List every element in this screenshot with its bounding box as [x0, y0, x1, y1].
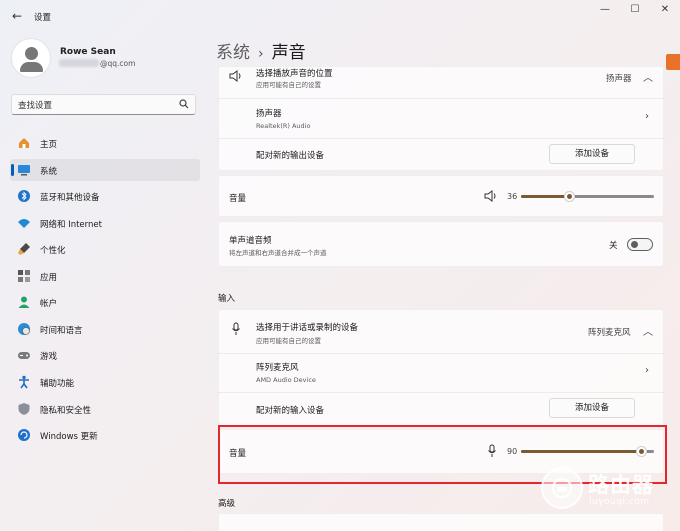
brush-icon [18, 243, 30, 255]
chevron-right-icon[interactable]: › [645, 111, 649, 122]
sidebar-item-5[interactable] [10, 265, 200, 287]
system-monitor-icon [18, 165, 30, 176]
chevron-right-icon[interactable]: › [645, 365, 649, 376]
input-device-name[interactable]: 阵列麦克风 [256, 361, 299, 373]
add-output-device-button[interactable]: 添加设备 [549, 144, 635, 164]
sidebar-item-label: 主页 [40, 140, 58, 150]
breadcrumb-separator: › [258, 46, 264, 62]
watermark-sub: luyouqi.com [589, 497, 650, 507]
pair-output-label: 配对新的输出设备 [256, 151, 325, 161]
accessibility-icon [19, 375, 29, 389]
mono-audio-card [218, 221, 664, 267]
sidebar-item-label: 辅助功能 [40, 379, 75, 389]
breadcrumb-parent[interactable]: 系统 [216, 43, 250, 63]
sidebar-item-8[interactable] [10, 344, 200, 366]
gamepad-icon [18, 352, 30, 359]
user-name: Rowe Sean [60, 47, 116, 57]
microphone-icon [232, 322, 240, 335]
maximize-icon[interactable]: ☐ [624, 4, 646, 18]
advanced-section-heading: 高级 [218, 499, 236, 509]
apps-icon [18, 270, 30, 282]
windows-update-icon [18, 429, 30, 441]
input-section-heading: 输入 [218, 294, 236, 304]
account-icon [18, 296, 30, 308]
search-placeholder: 查找设置 [18, 101, 53, 111]
sidebar-item-label: 时间和语言 [40, 326, 83, 336]
app-title: 设置 [34, 13, 52, 23]
search-icon [179, 99, 189, 109]
toggle-knob [631, 241, 638, 248]
bluetooth-icon [18, 190, 30, 202]
shield-icon [18, 403, 30, 415]
sidebar-item-0[interactable] [10, 132, 200, 154]
sidebar-item-6[interactable] [10, 291, 200, 313]
user-email: @qq.com [100, 59, 136, 68]
sidebar-item-label: 个性化 [40, 246, 66, 256]
divider [218, 98, 664, 99]
wifi-icon [18, 219, 30, 228]
output-select-title: 选择播放声音的位置 [256, 69, 333, 79]
input-select-value[interactable]: 阵列麦克风 [588, 326, 631, 338]
output-select-value[interactable]: 扬声器 [606, 72, 632, 84]
sidebar-item-label: 帐户 [40, 299, 58, 309]
breadcrumb: 系统 › 声音 [216, 38, 306, 63]
sidebar-item-1[interactable] [10, 159, 200, 181]
advanced-card [218, 513, 664, 531]
page-title: 声音 [271, 43, 306, 63]
mono-audio-title: 单声道音频 [229, 236, 272, 246]
input-device-subtitle: AMD Audio Device [256, 376, 316, 384]
output-volume-fill [521, 195, 569, 198]
email-redaction [59, 59, 99, 67]
home-icon [19, 138, 29, 148]
speaker-icon [229, 70, 241, 82]
divider [218, 138, 664, 139]
mono-audio-subtitle: 将左声道和右声道合并成一个声道 [229, 249, 327, 257]
output-volume-thumb[interactable] [564, 191, 575, 202]
divider [218, 353, 664, 354]
sidebar-item-10[interactable] [10, 398, 200, 420]
close-icon[interactable]: ✕ [654, 4, 676, 18]
input-select-subtitle: 应用可能有自己的设置 [256, 337, 321, 345]
sidebar-item-3[interactable] [10, 212, 200, 234]
output-select-subtitle: 应用可能有自己的设置 [256, 81, 321, 89]
sidebar-item-label: 应用 [40, 273, 58, 283]
divider [218, 392, 664, 393]
sidebar-item-11[interactable] [10, 424, 200, 446]
chevron-up-icon[interactable]: ︿ [643, 323, 653, 338]
add-input-device-button[interactable]: 添加设备 [549, 398, 635, 418]
sidebar-item-4[interactable] [10, 238, 200, 260]
speaker-volume-icon[interactable] [484, 190, 498, 202]
sidebar-item-9[interactable] [10, 371, 200, 393]
globe-clock-icon [18, 323, 30, 335]
minimize-icon[interactable]: — [594, 4, 616, 18]
sidebar-item-label: 系统 [40, 167, 58, 177]
title-bar [0, 0, 680, 32]
avatar[interactable] [11, 38, 51, 78]
sidebar-item-2[interactable] [10, 185, 200, 207]
sidebar-item-label: Windows 更新 [40, 432, 98, 442]
side-app-icon [666, 54, 680, 70]
sidebar-item-label: 游戏 [40, 352, 58, 362]
input-select-title: 选择用于讲话或录制的设备 [256, 323, 359, 333]
back-arrow-icon[interactable]: ← [8, 8, 26, 24]
sidebar-item-label: 网络和 Internet [40, 220, 102, 230]
output-device-subtitle: Realtek(R) Audio [256, 122, 311, 130]
output-volume-label: 音量 [229, 194, 247, 204]
active-indicator [11, 164, 14, 176]
pair-input-label: 配对新的输入设备 [256, 406, 325, 416]
chevron-up-icon[interactable]: ︿ [643, 69, 653, 84]
sidebar-item-label: 隐私和安全性 [40, 406, 92, 416]
router-logo-icon [552, 478, 572, 498]
mono-audio-state: 关 [609, 241, 618, 251]
watermark-text: 路由器 [588, 473, 654, 497]
output-volume-value: 36 [507, 192, 518, 201]
sidebar-item-7[interactable] [10, 318, 200, 340]
sidebar-item-label: 蓝牙和其他设备 [40, 193, 100, 203]
output-device-name[interactable]: 扬声器 [256, 107, 282, 119]
